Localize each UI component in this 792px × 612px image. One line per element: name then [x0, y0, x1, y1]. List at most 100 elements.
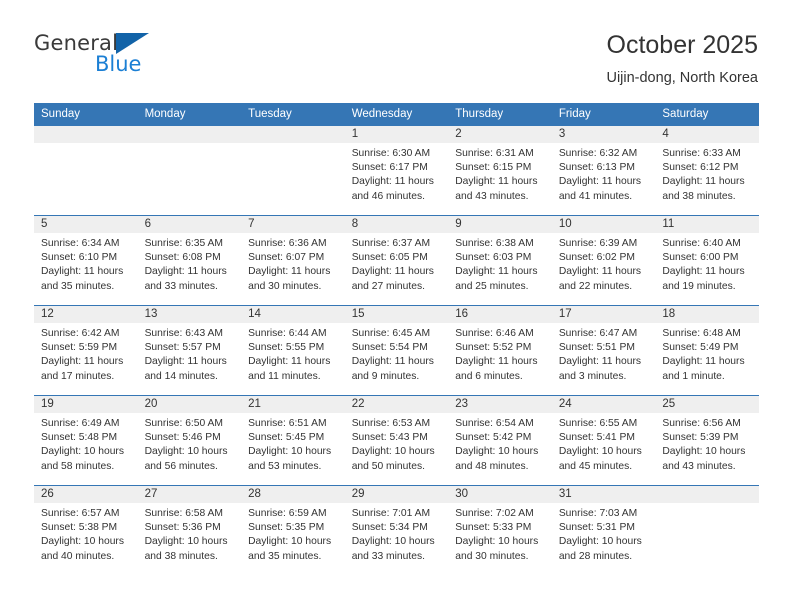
- calendar-week-row: 5 Sunrise: 6:34 AM Sunset: 6:10 PM Daylight…: [34, 215, 759, 306]
- day-info-line: Sunrise: 6:34 AM: [41, 238, 120, 249]
- day-info-line: Daylight: 10 hours: [248, 446, 332, 458]
- day-info-line: Sunset: 5:41 PM: [558, 432, 635, 444]
- calendar-header-row: Sunday Monday Tuesday Wednesday Thursday Frid…: [34, 103, 759, 126]
- day-info-line: Sunset: 5:51 PM: [558, 342, 635, 354]
- calendar-day-cell[interactable]: 1 Sunrise: 6:30 AM Sunset: 6:17 PM Daylight…: [344, 125, 449, 216]
- calendar-day-cell[interactable]: 29 Sunrise: 7:01 AM Sunset: 5:34 PM Dayligh…: [344, 485, 449, 576]
- day-sun-info: Sunrise: 6:39 AM Sunset: 6:02 PM Daylight:…: [552, 233, 656, 294]
- calendar-day-cell[interactable]: 19 Sunrise: 6:49 AM Sunset: 5:48 PM Dayligh…: [34, 395, 138, 486]
- day-info-line: Sunset: 5:45 PM: [248, 432, 325, 444]
- weekday-header-wednesday: Wednesday: [344, 103, 449, 126]
- day-number: 14: [241, 306, 345, 323]
- day-info-line: Sunset: 5:46 PM: [144, 432, 221, 444]
- day-number: 17: [551, 306, 656, 323]
- day-sun-info: Sunrise: 6:45 AM Sunset: 5:54 PM Daylight:…: [345, 323, 449, 384]
- page-header: General Blue October 2025 Uijin-dong, No…: [0, 0, 792, 86]
- day-info-line: Sunrise: 6:44 AM: [248, 328, 327, 339]
- day-info-line: Sunrise: 7:03 AM: [558, 508, 638, 519]
- day-info-line: Daylight: 10 hours: [41, 446, 124, 458]
- day-info-line: and 22 minutes.: [558, 280, 633, 292]
- day-info-line: and 48 minutes.: [455, 460, 529, 472]
- calendar-day-cell[interactable]: 13 Sunrise: 6:43 AM Sunset: 5:57 PM Dayligh…: [137, 305, 242, 396]
- calendar-day-cell[interactable]: 17 Sunrise: 6:47 AM Sunset: 5:51 PM Dayligh…: [551, 305, 656, 396]
- day-sun-info: Sunrise: 6:33 AM Sunset: 6:12 PM Daylight:…: [655, 143, 759, 204]
- calendar-day-cell[interactable]: 27 Sunrise: 6:58 AM Sunset: 5:36 PM Dayligh…: [137, 485, 242, 576]
- day-info-line: Sunset: 6:12 PM: [662, 162, 739, 174]
- calendar-day-cell[interactable]: 25 Sunrise: 6:56 AM Sunset: 5:39 PM Dayligh…: [655, 395, 759, 486]
- day-info-line: and 17 minutes.: [41, 370, 115, 382]
- day-info-line: and 1 minute.: [662, 370, 725, 382]
- calendar-day-cell[interactable]: 7 Sunrise: 6:36 AM Sunset: 6:07 PM Daylight…: [241, 215, 345, 306]
- day-info-line: Daylight: 10 hours: [455, 536, 539, 548]
- day-sun-info: Sunrise: 6:53 AM Sunset: 5:43 PM Daylight:…: [345, 413, 449, 474]
- title-block: October 2025 Uijin-dong, North Korea: [606, 30, 758, 88]
- day-info-line: Daylight: 11 hours: [41, 356, 124, 368]
- day-sun-info: Sunrise: 6:49 AM Sunset: 5:48 PM Daylight:…: [34, 413, 138, 474]
- calendar-day-cell[interactable]: 18 Sunrise: 6:48 AM Sunset: 5:49 PM Dayligh…: [655, 305, 759, 396]
- calendar-body: 1 Sunrise: 6:30 AM Sunset: 6:17 PM Daylight…: [34, 125, 759, 576]
- day-info-line: and 43 minutes.: [455, 190, 529, 202]
- calendar-day-cell[interactable]: 26 Sunrise: 6:57 AM Sunset: 5:38 PM Dayligh…: [34, 485, 138, 576]
- day-info-line: Sunset: 6:08 PM: [144, 252, 221, 264]
- calendar-day-cell[interactable]: 2 Sunrise: 6:31 AM Sunset: 6:15 PM Daylight…: [448, 125, 552, 216]
- day-number: 7: [241, 216, 345, 233]
- calendar-day-cell[interactable]: 30 Sunrise: 7:02 AM Sunset: 5:33 PM Dayligh…: [448, 485, 552, 576]
- day-info-line: Daylight: 11 hours: [351, 176, 434, 188]
- calendar-day-cell[interactable]: 28 Sunrise: 6:59 AM Sunset: 5:35 PM Dayligh…: [241, 485, 345, 576]
- day-sun-info: Sunrise: 6:38 AM Sunset: 6:03 PM Daylight:…: [448, 233, 552, 294]
- calendar-day-cell[interactable]: 9 Sunrise: 6:38 AM Sunset: 6:03 PM Daylight…: [448, 215, 552, 306]
- day-info-line: and 58 minutes.: [41, 460, 115, 472]
- day-info-line: and 14 minutes.: [144, 370, 218, 382]
- day-info-line: Sunset: 5:34 PM: [351, 522, 428, 534]
- day-info-line: Sunset: 6:17 PM: [351, 162, 428, 174]
- day-info-line: Daylight: 11 hours: [662, 266, 745, 278]
- day-sun-info: Sunrise: 6:36 AM Sunset: 6:07 PM Daylight:…: [241, 233, 345, 294]
- general-blue-logo[interactable]: General Blue: [34, 32, 214, 84]
- calendar-day-cell[interactable]: 31 Sunrise: 7:03 AM Sunset: 5:31 PM Dayligh…: [551, 485, 656, 576]
- day-info-line: and 38 minutes.: [662, 190, 736, 202]
- weekday-header-tuesday: Tuesday: [241, 103, 345, 126]
- day-info-line: Sunset: 5:38 PM: [41, 522, 118, 534]
- calendar-day-cell[interactable]: 23 Sunrise: 6:54 AM Sunset: 5:42 PM Dayligh…: [448, 395, 552, 486]
- day-number: 29: [344, 486, 449, 503]
- day-info-line: Daylight: 11 hours: [455, 176, 538, 188]
- day-info-line: Sunset: 5:35 PM: [248, 522, 325, 534]
- day-number: 11: [655, 216, 759, 233]
- day-info-line: and 28 minutes.: [558, 550, 633, 562]
- calendar-day-cell[interactable]: 15 Sunrise: 6:45 AM Sunset: 5:54 PM Dayligh…: [344, 305, 449, 396]
- calendar-day-cell[interactable]: 5 Sunrise: 6:34 AM Sunset: 6:10 PM Daylight…: [34, 215, 138, 306]
- calendar-day-cell[interactable]: 8 Sunrise: 6:37 AM Sunset: 6:05 PM Daylight…: [344, 215, 449, 306]
- day-number: 5: [34, 216, 138, 233]
- day-number: 16: [448, 306, 552, 323]
- calendar-day-cell[interactable]: 21 Sunrise: 6:51 AM Sunset: 5:45 PM Dayligh…: [241, 395, 345, 486]
- calendar-day-cell[interactable]: 12 Sunrise: 6:42 AM Sunset: 5:59 PM Dayligh…: [34, 305, 138, 396]
- day-info-line: Daylight: 11 hours: [41, 266, 124, 278]
- day-info-line: Daylight: 10 hours: [144, 446, 228, 458]
- day-info-line: Sunrise: 6:54 AM: [455, 418, 534, 429]
- day-info-line: and 53 minutes.: [248, 460, 322, 472]
- day-info-line: Sunrise: 6:33 AM: [662, 148, 741, 159]
- day-number: [34, 126, 138, 143]
- day-info-line: Sunrise: 6:38 AM: [455, 238, 534, 249]
- calendar-day-cell[interactable]: 22 Sunrise: 6:53 AM Sunset: 5:43 PM Dayligh…: [344, 395, 449, 486]
- day-info-line: and 50 minutes.: [351, 460, 425, 472]
- calendar-day-cell[interactable]: 24 Sunrise: 6:55 AM Sunset: 5:41 PM Dayligh…: [551, 395, 656, 486]
- calendar-day-cell[interactable]: 4 Sunrise: 6:33 AM Sunset: 6:12 PM Daylight…: [655, 125, 759, 216]
- day-info-line: and 40 minutes.: [41, 550, 115, 562]
- calendar-day-cell[interactable]: 16 Sunrise: 6:46 AM Sunset: 5:52 PM Dayligh…: [448, 305, 552, 396]
- calendar-day-cell[interactable]: 3 Sunrise: 6:32 AM Sunset: 6:13 PM Daylight…: [551, 125, 656, 216]
- day-info-line: Sunset: 6:00 PM: [662, 252, 739, 264]
- calendar-day-cell[interactable]: 20 Sunrise: 6:50 AM Sunset: 5:46 PM Dayligh…: [137, 395, 242, 486]
- calendar-day-cell[interactable]: 14 Sunrise: 6:44 AM Sunset: 5:55 PM Dayligh…: [241, 305, 345, 396]
- day-info-line: Sunrise: 6:31 AM: [455, 148, 534, 159]
- calendar-day-cell[interactable]: 10 Sunrise: 6:39 AM Sunset: 6:02 PM Dayligh…: [551, 215, 656, 306]
- calendar-day-cell[interactable]: 11 Sunrise: 6:40 AM Sunset: 6:00 PM Dayligh…: [655, 215, 759, 306]
- day-number: 22: [344, 396, 449, 413]
- day-info-line: Sunrise: 6:45 AM: [351, 328, 431, 339]
- sunrise-sunset-calendar: Sunday Monday Tuesday Wednesday Thursday Frid…: [34, 103, 759, 576]
- day-info-line: Sunset: 5:31 PM: [558, 522, 635, 534]
- day-info-line: and 35 minutes.: [248, 550, 322, 562]
- day-info-line: Daylight: 10 hours: [662, 446, 746, 458]
- day-info-line: Sunrise: 7:01 AM: [351, 508, 431, 519]
- calendar-day-cell[interactable]: 6 Sunrise: 6:35 AM Sunset: 6:08 PM Daylight…: [137, 215, 242, 306]
